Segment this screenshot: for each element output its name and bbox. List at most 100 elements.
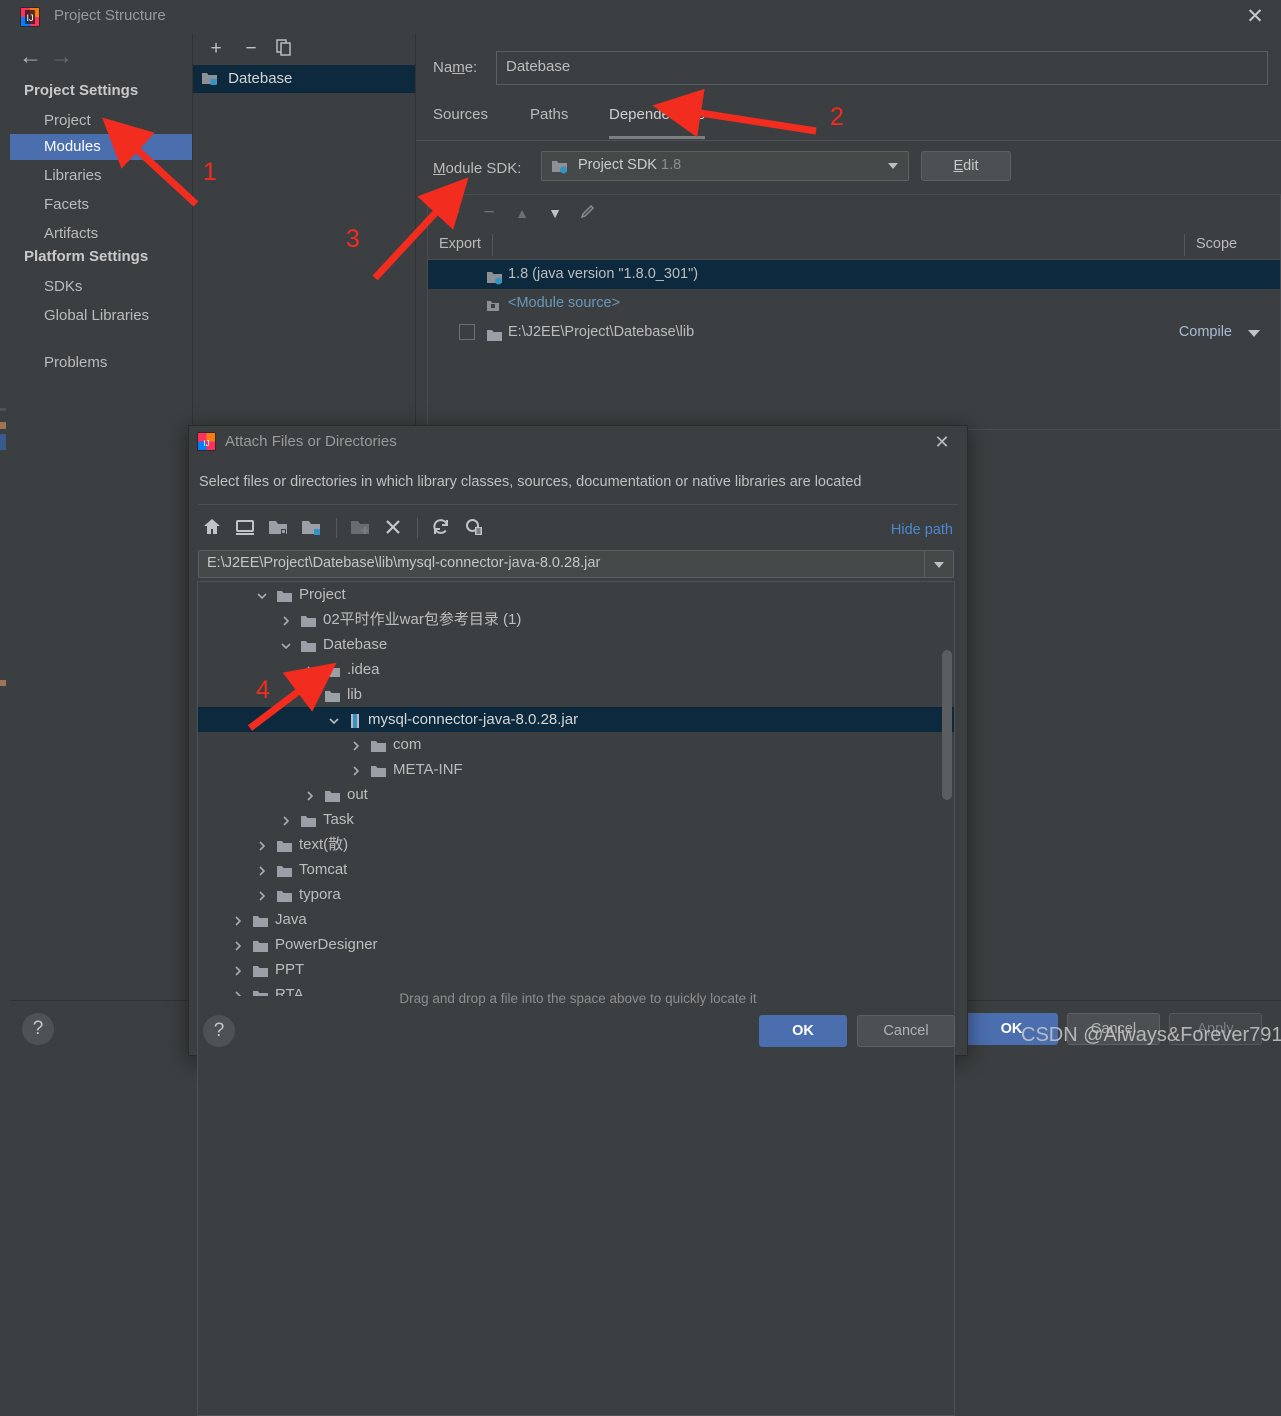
export-checkbox[interactable] (459, 324, 475, 340)
tab-paths[interactable]: Paths (530, 100, 568, 136)
hide-path-link[interactable]: Hide path (891, 522, 953, 538)
edit-sdk-button[interactable]: Edit (921, 151, 1011, 181)
module-sdk-select[interactable]: Project SDK 1.8 (541, 151, 909, 181)
module-folder-icon[interactable] (298, 514, 326, 542)
path-dropdown-button[interactable] (924, 551, 953, 577)
module-sdk-label: Module SDK: (433, 160, 522, 177)
chevron-down-icon[interactable] (326, 712, 342, 728)
home-icon[interactable] (199, 514, 227, 542)
tree-item-label: Tomcat (299, 861, 348, 878)
chevron-right-icon[interactable] (278, 812, 294, 828)
sidebar-item-artifacts[interactable]: Artifacts (10, 221, 192, 247)
sidebar-group-project-settings: Project Settings (24, 82, 139, 99)
sidebar-item-modules[interactable]: Modules (10, 134, 192, 160)
chevron-right-icon[interactable] (230, 937, 246, 953)
chevron-right-icon[interactable] (254, 837, 270, 853)
edit-dependency-icon[interactable] (575, 200, 601, 226)
path-input[interactable]: E:\J2EE\Project\Datebase\lib\mysql-conne… (198, 550, 954, 578)
scope-value[interactable]: Compile (1179, 318, 1232, 347)
close-icon[interactable]: ✕ (929, 430, 955, 454)
sidebar-item-global-libraries[interactable]: Global Libraries (10, 303, 192, 329)
tree-item[interactable]: Tomcat (198, 857, 954, 882)
tree-item[interactable]: Java (198, 907, 954, 932)
chevron-down-icon[interactable] (1248, 330, 1260, 337)
chevron-down-icon[interactable] (254, 587, 270, 603)
remove-dependency-button[interactable]: − (476, 200, 502, 226)
modules-toolbar: + − (193, 34, 415, 65)
module-name-input[interactable]: Datebase (496, 51, 1268, 85)
cancel-button[interactable]: Cancel (1067, 1013, 1160, 1045)
tree-item[interactable]: typora (198, 882, 954, 907)
add-dependency-button[interactable]: + (441, 200, 467, 226)
apply-button[interactable]: Apply (1169, 1013, 1262, 1045)
back-arrow-icon[interactable]: ← (19, 43, 42, 70)
folder-icon (300, 812, 316, 828)
chevron-right-icon[interactable] (302, 662, 318, 678)
help-button[interactable]: ? (22, 1013, 54, 1045)
sidebar-item-facets[interactable]: Facets (10, 192, 192, 218)
chevron-right-icon[interactable] (254, 862, 270, 878)
sidebar-item-project[interactable]: Project (10, 108, 192, 134)
tree-item[interactable]: Project (198, 582, 954, 607)
sidebar-item-problems[interactable]: Problems (10, 350, 192, 376)
delete-icon[interactable] (380, 514, 408, 542)
tree-item[interactable]: out (198, 782, 954, 807)
bg-marker (0, 434, 6, 450)
sidebar-item-libraries[interactable]: Libraries (10, 163, 192, 189)
move-down-button[interactable]: ▼ (542, 200, 568, 226)
drag-drop-hint: Drag and drop a file into the space abov… (399, 991, 757, 1006)
tab-sources[interactable]: Sources (433, 100, 488, 136)
chevron-right-icon[interactable] (348, 762, 364, 778)
tree-item[interactable]: META-INF (198, 757, 954, 782)
tree-item[interactable]: Task (198, 807, 954, 832)
tab-dependencies[interactable]: Dependencies (609, 100, 705, 139)
tree-item[interactable]: .idea (198, 657, 954, 682)
ok-button[interactable]: OK (965, 1013, 1058, 1045)
tree-item[interactable]: 02平时作业war包参考目录 (1) (198, 607, 954, 632)
cancel-button[interactable]: Cancel (857, 1015, 955, 1047)
chevron-down-icon[interactable] (302, 687, 318, 703)
folder-icon (276, 587, 292, 603)
tree-item-label: out (347, 786, 368, 803)
table-row[interactable]: E:\J2EE\Project\Datebase\lib Compile (428, 318, 1280, 347)
chevron-right-icon[interactable] (254, 887, 270, 903)
chevron-right-icon[interactable] (278, 612, 294, 628)
tree-item-label: META-INF (393, 761, 463, 778)
settings-sidebar: ← → Project Settings Project Modules Lib… (10, 34, 193, 1000)
desktop-icon[interactable] (232, 514, 260, 542)
tree-item-label: PPT (275, 961, 305, 978)
tree-item[interactable]: PowerDesigner (198, 932, 954, 957)
remove-module-button[interactable]: − (238, 36, 264, 62)
chevron-right-icon[interactable] (348, 737, 364, 753)
table-row[interactable]: <Module source> (428, 289, 1280, 318)
project-folder-icon[interactable] (265, 514, 293, 542)
chevron-right-icon[interactable] (230, 912, 246, 928)
dialog-title: Attach Files or Directories (225, 433, 397, 450)
tree-item[interactable]: text(散) (198, 832, 954, 857)
tree-item[interactable]: lib (198, 682, 954, 707)
tree-item-label: Java (275, 911, 307, 928)
sidebar-item-sdks[interactable]: SDKs (10, 274, 192, 300)
chevron-right-icon[interactable] (302, 787, 318, 803)
forward-arrow-icon[interactable]: → (50, 43, 73, 70)
refresh-icon[interactable] (428, 514, 456, 542)
help-button[interactable]: ? (203, 1015, 235, 1047)
move-up-button[interactable]: ▲ (509, 200, 535, 226)
tree-item[interactable]: mysql-connector-java-8.0.28.jar (198, 707, 954, 732)
chevron-right-icon[interactable] (230, 962, 246, 978)
tree-item[interactable]: com (198, 732, 954, 757)
table-row[interactable]: 1.8 (java version "1.8.0_301") (428, 260, 1280, 289)
tree-item[interactable]: Datebase (198, 632, 954, 657)
sdk-value: Project SDK 1.8 (578, 157, 682, 173)
add-module-button[interactable]: + (203, 36, 229, 62)
chevron-down-icon[interactable] (278, 637, 294, 653)
close-icon[interactable]: ✕ (1239, 4, 1271, 30)
tree-item[interactable]: PPT (198, 957, 954, 982)
show-hidden-icon[interactable] (461, 514, 489, 542)
tree-item-label: mysql-connector-java-8.0.28.jar (368, 711, 579, 728)
ok-button[interactable]: OK (759, 1015, 847, 1047)
copy-module-icon[interactable] (271, 36, 297, 62)
module-list-item-datebase[interactable]: Datebase (193, 65, 415, 93)
tree-scrollbar[interactable] (942, 650, 952, 800)
dependency-name[interactable]: <Module source> (508, 289, 620, 318)
